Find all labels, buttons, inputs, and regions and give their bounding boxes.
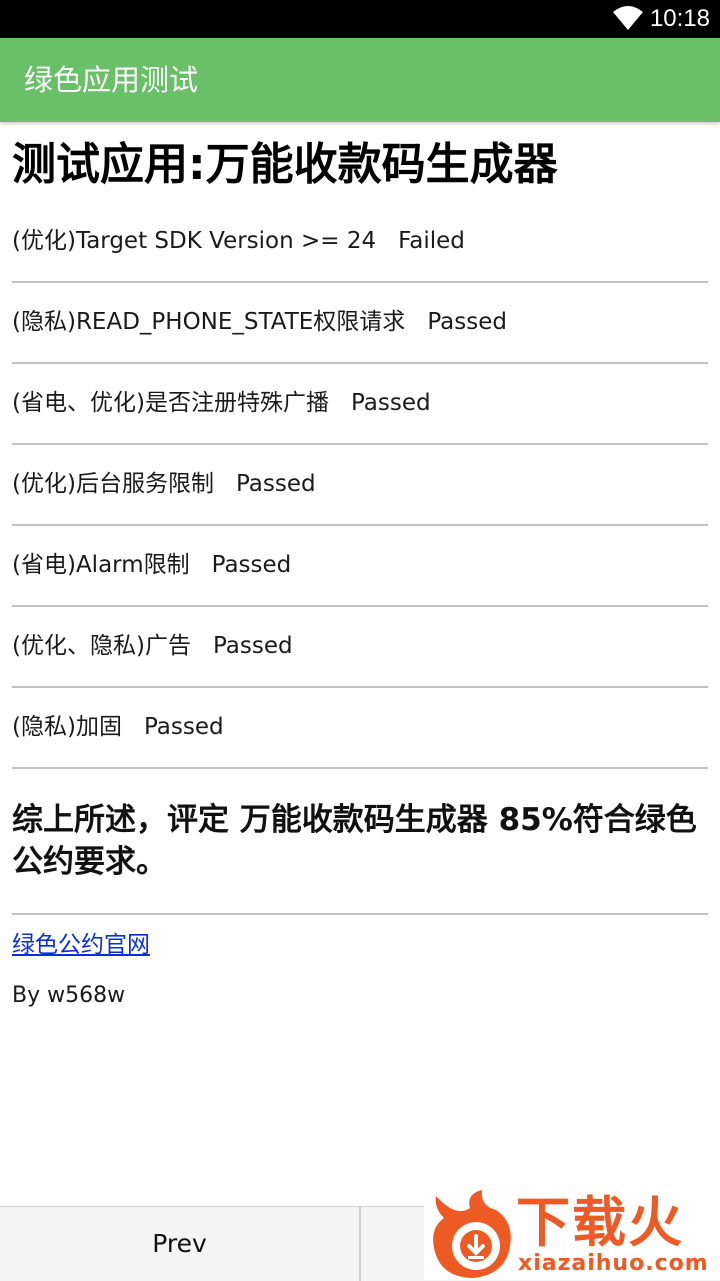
wifi-icon <box>613 6 643 30</box>
green-convention-link[interactable]: 绿色公约官网 <box>12 927 708 963</box>
check-result: Passed <box>235 471 316 497</box>
page-title: 测试应用:万能收款码生成器 <box>12 139 558 190</box>
check-result: Failed <box>398 228 465 254</box>
check-row-phone-state: (隐私)READ_PHONE_STATE权限请求 Passed <box>12 283 708 364</box>
check-result: Passed <box>350 390 431 416</box>
watermark-brand: 下载火 <box>516 1191 684 1254</box>
check-label: (优化)后台服务限制 <box>12 471 214 497</box>
prev-button[interactable]: Prev <box>0 1207 359 1281</box>
check-row-special-broadcast: (省电、优化)是否注册特殊广播 Passed <box>12 364 708 445</box>
summary-text: 综上所述，评定 万能收款码生成器 85%符合绿色公约要求。 <box>12 769 708 915</box>
watermark: 下载火 xiazaihuo.com <box>424 1188 720 1280</box>
check-label: (省电)Alarm限制 <box>12 552 190 578</box>
check-label: (隐私)READ_PHONE_STATE权限请求 <box>12 309 406 335</box>
check-result: Passed <box>212 633 293 659</box>
check-result: Passed <box>143 714 224 740</box>
check-label: (省电、优化)是否注册特殊广播 <box>12 390 329 416</box>
check-list: (优化)Target SDK Version >= 24 Failed (隐私)R… <box>12 202 708 769</box>
app-bar: 绿色应用测试 <box>0 38 720 122</box>
check-row-ads: (优化、隐私)广告 Passed <box>12 607 708 688</box>
app-title: 绿色应用测试 <box>24 63 199 97</box>
status-clock: 10:18 <box>649 5 710 32</box>
check-row-hardening: (隐私)加固 Passed <box>12 688 708 769</box>
check-label: (优化)Target SDK Version >= 24 <box>12 228 377 254</box>
author-credit: By w568w <box>12 983 126 1008</box>
check-result: Passed <box>211 552 292 578</box>
check-label: (优化、隐私)广告 <box>12 633 191 659</box>
content: 测试应用:万能收款码生成器 (优化)Target SDK Version >= … <box>12 122 708 1011</box>
status-bar: 10:18 <box>0 0 720 38</box>
check-row-alarm: (省电)Alarm限制 Passed <box>12 526 708 607</box>
check-label: (隐私)加固 <box>12 714 122 740</box>
watermark-url: xiazaihuo.com <box>518 1251 709 1276</box>
flame-logo-icon <box>433 1190 511 1278</box>
check-result: Passed <box>427 309 507 335</box>
check-row-background-service: (优化)后台服务限制 Passed <box>12 445 708 526</box>
check-row-target-sdk: (优化)Target SDK Version >= 24 Failed <box>12 202 708 283</box>
